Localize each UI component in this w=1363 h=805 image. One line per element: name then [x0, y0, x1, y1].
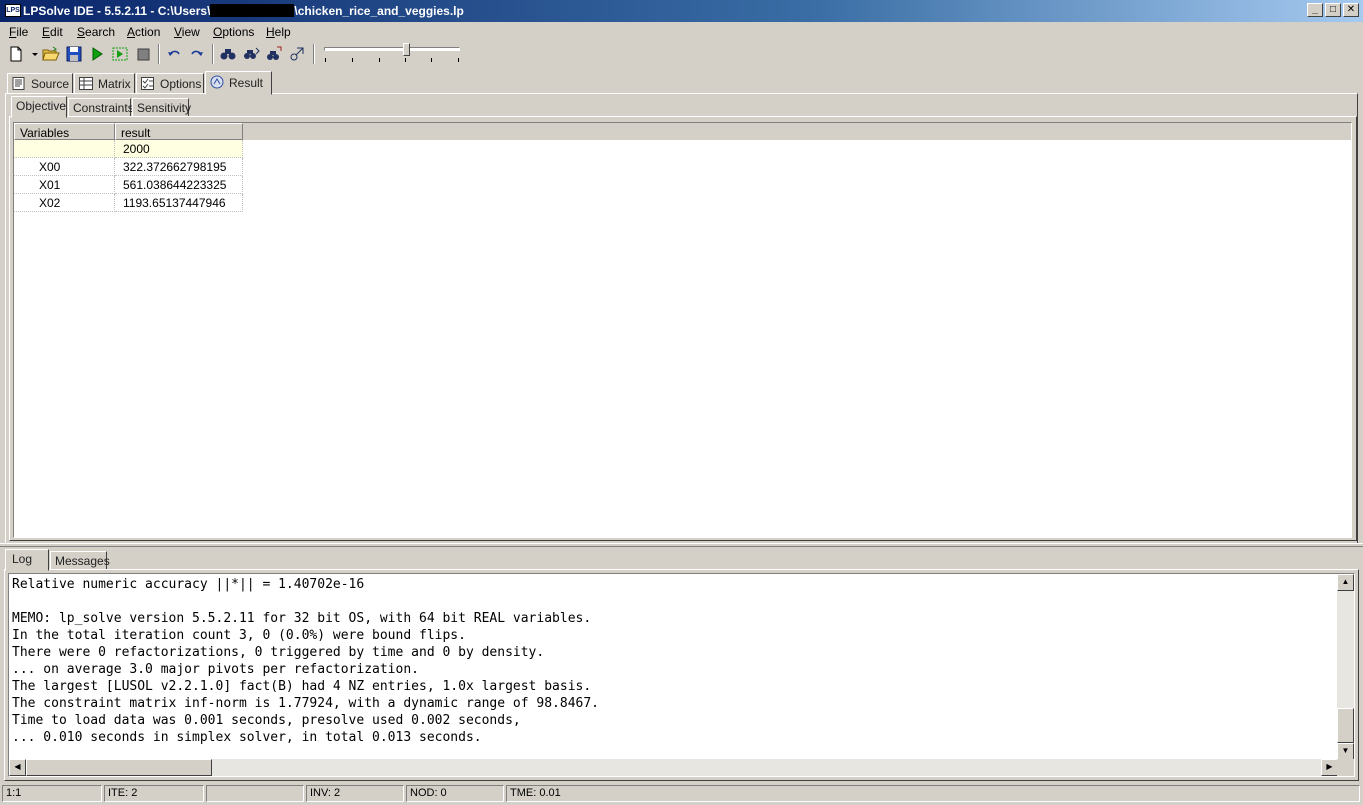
toolbar-separator: [313, 44, 315, 64]
log-vertical-scrollbar[interactable]: ▲ ▼: [1337, 574, 1354, 760]
tab-source[interactable]: Source: [7, 73, 73, 94]
log-output[interactable]: Relative numeric accuracy ||*|| = 1.4070…: [8, 573, 1355, 777]
status-nodes: NOD: 0: [406, 785, 504, 802]
table-row[interactable]: X02 1193.65137447946: [14, 194, 243, 212]
tab-constraints[interactable]: Constraints: [68, 98, 134, 117]
redo-icon[interactable]: [188, 45, 206, 63]
scroll-up-icon[interactable]: ▲: [1337, 574, 1354, 591]
title-bar: LPS LPSolve IDE - 5.5.2.11 - C:\Users\ \c…: [0, 0, 1363, 22]
table-row[interactable]: X01 561.038644223325: [14, 176, 243, 194]
tab-messages[interactable]: Messages: [50, 551, 110, 570]
menu-bar: File Edit Search Action View Options Hel…: [0, 23, 1363, 41]
slider-tick: [431, 58, 432, 62]
vertical-scroll-thumb[interactable]: [1337, 708, 1354, 743]
new-file-icon[interactable]: [7, 45, 25, 63]
result-grid[interactable]: Variables result 2000 X00 322.3726627981…: [13, 122, 1352, 538]
log-text: Relative numeric accuracy ||*|| = 1.4070…: [12, 577, 599, 745]
toolbar: [0, 42, 1363, 66]
matrix-icon: [79, 77, 93, 90]
row-variable-name: [14, 140, 115, 158]
column-header-result[interactable]: result: [115, 123, 243, 140]
slider-tick: [458, 58, 459, 62]
undo-icon[interactable]: [165, 45, 183, 63]
slider-tick: [379, 58, 380, 62]
stop-icon[interactable]: [134, 45, 152, 63]
status-bar: 1:1 ITE: 2 INV: 2 NOD: 0 TME: 0.01: [0, 784, 1363, 804]
close-button[interactable]: ✕: [1343, 3, 1359, 17]
table-row[interactable]: 2000: [14, 140, 243, 158]
menu-help[interactable]: Help: [266, 25, 291, 39]
menu-options[interactable]: Options: [213, 25, 254, 39]
menu-edit[interactable]: Edit: [42, 25, 63, 39]
zoom-slider-thumb[interactable]: [403, 43, 410, 56]
goto-icon[interactable]: [288, 45, 306, 63]
slider-tick: [325, 58, 326, 62]
row-variable-name: X01: [14, 176, 115, 194]
row-variable-name: X02: [14, 194, 115, 212]
window-title: LPSolve IDE - 5.5.2.11 - C:\Users\ \chick…: [23, 4, 464, 18]
scroll-left-icon[interactable]: ◀: [9, 759, 26, 776]
row-variable-name: X00: [14, 158, 115, 176]
zoom-slider-track[interactable]: [324, 47, 460, 51]
toolbar-separator: [158, 44, 160, 64]
horizontal-scroll-thumb[interactable]: [26, 759, 212, 776]
status-cursor-position: 1:1: [2, 785, 102, 802]
source-icon: [12, 77, 26, 90]
tab-sensitivity[interactable]: Sensitivity: [132, 98, 191, 117]
row-result-value: 322.372662798195: [115, 158, 243, 176]
tab-matrix[interactable]: Matrix: [74, 73, 135, 94]
replace-icon[interactable]: [265, 45, 283, 63]
result-icon: [210, 75, 224, 89]
menu-action[interactable]: Action: [127, 25, 160, 39]
row-result-value: 561.038644223325: [115, 176, 243, 194]
status-time: TME: 0.01: [506, 785, 1360, 802]
status-iterations: ITE: 2: [104, 785, 204, 802]
minimize-button[interactable]: _: [1307, 3, 1323, 17]
slider-tick: [352, 58, 353, 62]
grid-header: Variables result: [14, 123, 1351, 140]
scroll-down-icon[interactable]: ▼: [1337, 743, 1354, 760]
toolbar-separator: [212, 44, 214, 64]
dropdown-arrow-icon[interactable]: [26, 45, 38, 63]
options-icon: [141, 77, 155, 90]
open-folder-icon[interactable]: [42, 45, 60, 63]
menu-file[interactable]: File: [9, 25, 28, 39]
redacted-username: [210, 4, 295, 17]
menu-view[interactable]: View: [174, 25, 200, 39]
column-header-variables[interactable]: Variables: [14, 123, 115, 140]
menu-search[interactable]: Search: [77, 25, 115, 39]
find-icon[interactable]: [219, 45, 237, 63]
find-next-icon[interactable]: [242, 45, 260, 63]
maximize-button[interactable]: □: [1325, 3, 1341, 17]
scroll-corner: [1337, 759, 1354, 776]
tab-objective[interactable]: Objective: [11, 96, 67, 118]
panel-splitter[interactable]: [0, 543, 1363, 547]
table-row[interactable]: X00 322.372662798195: [14, 158, 243, 176]
row-result-value: 1193.65137447946: [115, 194, 243, 212]
scroll-right-icon[interactable]: ▶: [1321, 759, 1338, 776]
row-result-value: 2000: [115, 140, 243, 158]
save-icon[interactable]: [65, 45, 83, 63]
tab-result[interactable]: Result: [205, 71, 272, 95]
slider-tick: [405, 58, 406, 62]
run-icon[interactable]: [88, 45, 106, 63]
log-horizontal-scrollbar[interactable]: ◀ ▶: [9, 759, 1338, 776]
status-empty: [206, 785, 304, 802]
step-icon[interactable]: [111, 45, 129, 63]
tab-options[interactable]: Options: [136, 73, 204, 94]
status-inversions: INV: 2: [306, 785, 404, 802]
app-logo-icon: LPS: [5, 4, 21, 17]
tab-log[interactable]: Log: [5, 549, 49, 571]
